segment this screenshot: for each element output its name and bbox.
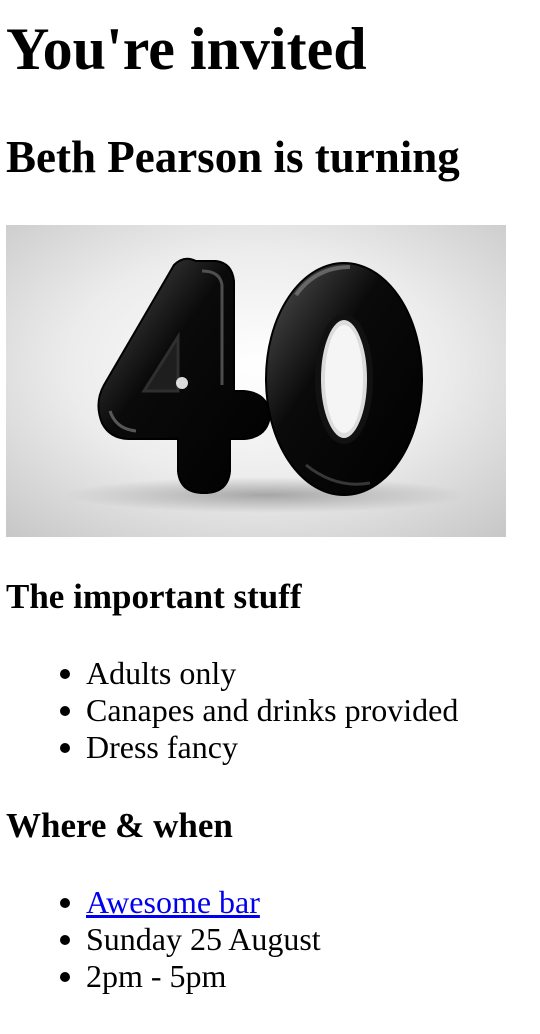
balloon-number-40-image bbox=[6, 225, 506, 537]
where-when-heading: Where & when bbox=[6, 806, 233, 845]
page-title: You're invited bbox=[6, 16, 367, 82]
bullet-icon bbox=[60, 898, 70, 908]
important-stuff-list: Adults only Canapes and drinks provided … bbox=[6, 655, 526, 766]
page-subtitle: Beth Pearson is turning bbox=[6, 132, 460, 182]
bullet-icon bbox=[60, 706, 70, 716]
bullet-icon bbox=[60, 972, 70, 982]
list-item: Sunday 25 August bbox=[6, 921, 526, 958]
list-item-text: Canapes and drinks provided bbox=[86, 692, 459, 728]
list-item: 2pm - 5pm bbox=[6, 958, 526, 995]
digit-0-balloon bbox=[265, 262, 423, 496]
list-item: Adults only bbox=[6, 655, 526, 692]
list-item: Dress fancy bbox=[6, 729, 526, 766]
balloon-40-graphic bbox=[6, 225, 506, 537]
event-date: Sunday 25 August bbox=[86, 921, 321, 957]
list-item: Awesome bar bbox=[6, 884, 526, 921]
venue-link[interactable]: Awesome bar bbox=[86, 884, 260, 920]
bullet-icon bbox=[60, 935, 70, 945]
where-when-list: Awesome bar Sunday 25 August 2pm - 5pm bbox=[6, 884, 526, 995]
list-item-text: Adults only bbox=[86, 655, 237, 691]
event-time: 2pm - 5pm bbox=[86, 958, 227, 994]
bullet-icon bbox=[60, 743, 70, 753]
bullet-icon bbox=[60, 669, 70, 679]
list-item: Canapes and drinks provided bbox=[6, 692, 526, 729]
important-stuff-heading: The important stuff bbox=[6, 577, 302, 616]
list-item-text: Dress fancy bbox=[86, 729, 238, 765]
